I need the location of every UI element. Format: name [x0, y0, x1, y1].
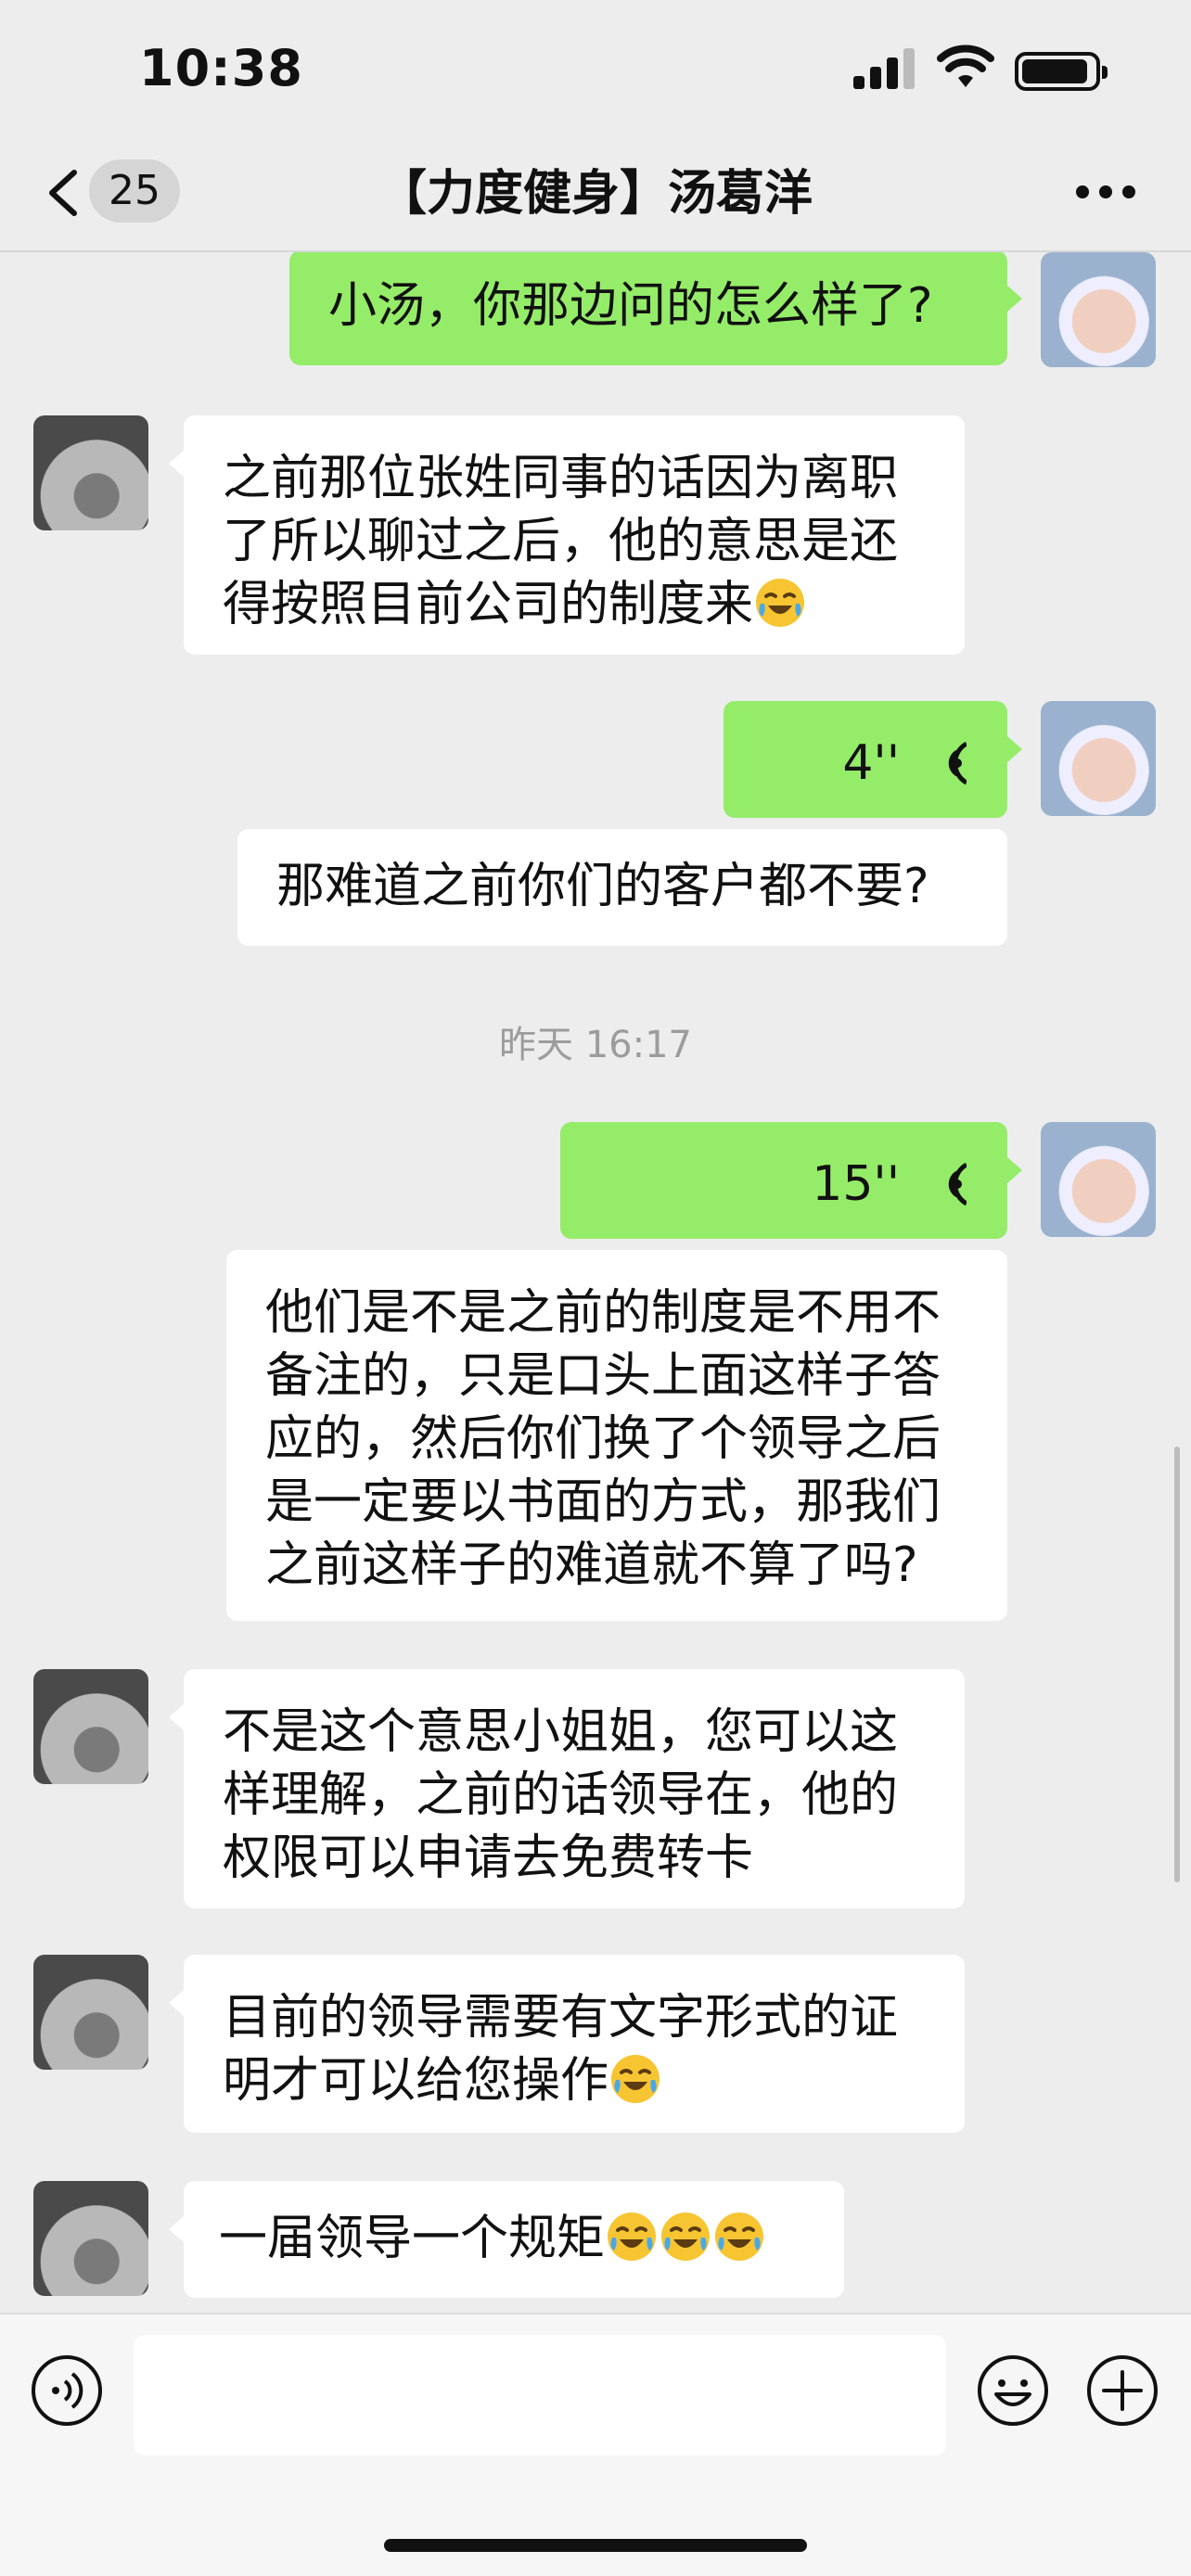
message-bubble-contact[interactable]: 目前的领导需要有文字形式的证明才可以给您操作 [169, 1955, 965, 2133]
message-bubble-contact[interactable]: 一届领导一个规矩 [169, 2181, 844, 2298]
message-bubble-self[interactable]: 小汤，你那边问的怎么样了? [289, 252, 1022, 365]
voice-duration: 15'' [812, 1156, 900, 1212]
avatar-contact[interactable] [33, 1955, 148, 2070]
avatar-self[interactable] [1041, 701, 1156, 816]
avatar-contact[interactable] [33, 1669, 148, 1784]
laughing-crying-emoji-icon [611, 2055, 660, 2103]
more-dots-icon[interactable] [1076, 185, 1135, 198]
scrollbar[interactable] [1174, 1447, 1180, 1882]
input-bar [0, 2313, 1191, 2576]
battery-icon [1015, 52, 1108, 91]
avatar-contact[interactable] [33, 2181, 148, 2296]
message-bubble-contact[interactable]: 之前那位张姓同事的话因为离职了所以聊过之后，他的意思是还得按照目前公司的制度来 [169, 415, 965, 655]
smiley-icon[interactable] [976, 2353, 1050, 2428]
status-bar: 10:38 [0, 0, 1191, 139]
voice-wave-icon [948, 1162, 967, 1206]
message-text: 不是这个意思小姐姐，您可以这样理解，之前的话领导在，他的权限可以申请去免费转卡 [223, 1704, 899, 1886]
add-icon[interactable] [1085, 2353, 1159, 2428]
voice-input-icon[interactable] [30, 2353, 104, 2428]
message-text: 那难道之前你们的客户都不要? [276, 859, 929, 914]
message-text: 他们是不是之前的制度是不用不备注的，只是口头上面这样子答应的，然后你们换了个领导… [265, 1285, 941, 1593]
laughing-crying-emoji-icon [608, 2213, 657, 2261]
message-bubble-self[interactable]: 他们是不是之前的制度是不用不备注的，只是口头上面这样子答应的，然后你们换了个领导… [226, 1250, 1007, 1621]
message-text: 目前的领导需要有文字形式的证明才可以给您操作 [223, 1990, 899, 2109]
voice-duration: 4'' [842, 735, 900, 791]
message-text: 一届领导一个规矩 [219, 2211, 606, 2266]
message-text: 小汤，你那边问的怎么样了? [328, 278, 933, 334]
home-indicator[interactable] [384, 2539, 807, 2552]
avatar-self[interactable] [1041, 1122, 1156, 1237]
message-timestamp: 昨天 16:17 [499, 1024, 692, 1066]
laughing-crying-emoji-icon [661, 2213, 711, 2261]
chat-header: 25 【力度健身】汤葛洋 [0, 139, 1191, 252]
wifi-icon [937, 45, 994, 87]
voice-wave-icon [948, 741, 967, 785]
cellular-signal-icon [853, 48, 918, 89]
message-bubble-self[interactable]: 那难道之前你们的客户都不要? [237, 829, 1007, 946]
laughing-crying-emoji-icon [715, 2213, 764, 2261]
chat-title: 【力度健身】汤葛洋 [378, 166, 813, 222]
message-list[interactable]: 小汤，你那边问的怎么样了? 之前那位张姓同事的话因为离职了所以聊过之后，他的意思… [0, 252, 1191, 2313]
voice-message-self[interactable]: 4'' [724, 701, 1022, 818]
message-input[interactable] [134, 2335, 946, 2455]
status-time: 10:38 [139, 39, 303, 97]
voice-message-self[interactable]: 15'' [560, 1122, 1022, 1239]
avatar-self[interactable] [1041, 252, 1156, 367]
avatar-contact[interactable] [33, 415, 148, 530]
message-bubble-contact[interactable]: 不是这个意思小姐姐，您可以这样理解，之前的话领导在，他的权限可以申请去免费转卡 [169, 1669, 965, 1908]
laughing-crying-emoji-icon [756, 579, 805, 627]
